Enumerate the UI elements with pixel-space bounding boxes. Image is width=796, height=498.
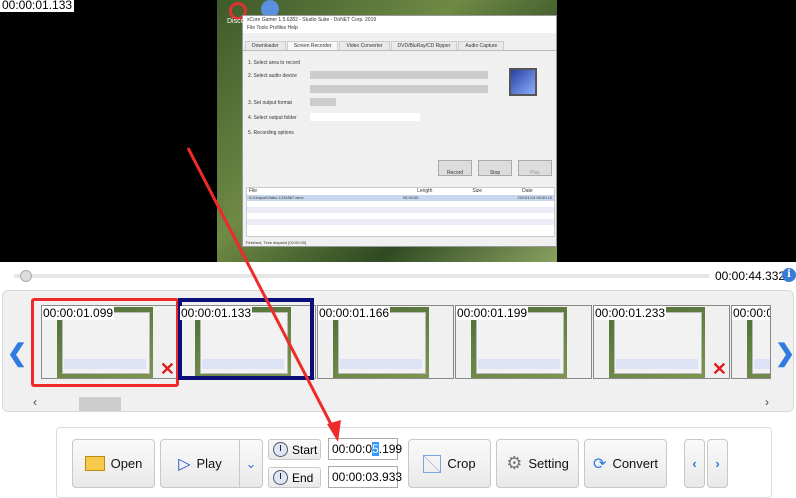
captured-app-window: xCore Gamer 1.5.6282 - Studio Suite - Do… [242, 15, 557, 247]
prev-button[interactable]: ‹ [684, 439, 705, 488]
tab: Audio Capture [458, 41, 505, 50]
current-time: 00:00:01.133 [0, 0, 75, 12]
play-button: Play [518, 160, 552, 176]
status-text: Finished, Time elapsed [00:00:00] [246, 240, 307, 245]
play-label: Play [196, 456, 222, 471]
start-time-input[interactable]: 00:00:05.199 [328, 438, 402, 460]
video-frame: Disco xCore Gamer 1.5.6282 - Studio Suit… [217, 0, 557, 262]
scroll-right-icon[interactable]: › [765, 395, 769, 409]
menu-item: File [247, 25, 256, 31]
step: 1. Select area to record [248, 60, 300, 66]
scroll-thumb[interactable] [79, 397, 121, 411]
crop-icon [423, 454, 442, 473]
window-tabs: Downloader Screen Recorder Video Convert… [243, 41, 556, 51]
seek-handle[interactable] [20, 270, 32, 282]
open-label: Open [110, 456, 143, 471]
chevron-right-icon: › [715, 456, 720, 471]
thumbnail-time: 00:00:01.099 [42, 306, 115, 320]
step: 3. Set output format [248, 100, 292, 106]
desktop-icon-label: Disco [227, 18, 245, 25]
tab: Downloader [245, 41, 286, 50]
menu-item: Help [287, 25, 298, 31]
convert-icon: ⟳ [593, 455, 607, 473]
start-label: Start [292, 442, 318, 457]
stop-button: Stop [478, 160, 512, 176]
thumbnail[interactable]: 00:00:0 [731, 305, 771, 379]
delete-icon[interactable]: ✕ [712, 360, 727, 378]
open-button[interactable]: Open [72, 439, 155, 488]
cell: D:\Output\Video-1234567.wmv [249, 195, 304, 200]
window-title: xCore Gamer 1.5.6282 - Studio Suite - Do… [243, 16, 556, 25]
column-header: File [249, 188, 258, 194]
setting-label: Setting [528, 456, 569, 471]
chevron-left-icon: ‹ [692, 456, 697, 471]
seek-bar-row: 00:00:44.332 i [0, 262, 796, 288]
prev-add-icon[interactable]: ❮ [7, 339, 27, 368]
file-list: File Length Size Date D:\Output\Video-12345… [246, 187, 555, 237]
thumbnail[interactable]: 00:00:01.233 ✕ [593, 305, 730, 379]
play-button[interactable]: ▷ Play [160, 439, 240, 488]
end-time-input[interactable]: 00:00:03.933 [328, 466, 402, 488]
horizontal-scrollbar[interactable]: ‹ › [31, 395, 771, 411]
set-end-button[interactable]: End [268, 467, 321, 488]
scroll-left-icon[interactable]: ‹ [33, 395, 37, 409]
play-label: Play [530, 170, 540, 176]
thumbnail[interactable]: 00:00:01.199 [455, 305, 592, 379]
stop-label: Stop [489, 170, 501, 176]
seek-track[interactable] [14, 274, 710, 278]
list-header: File Length Size Date [247, 188, 554, 194]
record-button: Record [438, 160, 472, 176]
folder-icon [84, 456, 105, 471]
next-button[interactable]: › [707, 439, 728, 488]
tab: Screen Recorder [286, 41, 339, 50]
next-add-icon[interactable]: ❯ [775, 339, 793, 368]
gear-icon: ⚙ [506, 453, 523, 473]
play-icon: ▷ [178, 455, 191, 473]
setting-button[interactable]: ⚙ Setting [496, 439, 579, 488]
clock-icon [273, 442, 288, 457]
step: 2. Select audio device [248, 73, 297, 79]
thumbnail-time: 00:00:01.233 [594, 306, 667, 320]
thumbnail-time: 00:00:01.133 [180, 306, 253, 320]
play-dropdown-button[interactable]: ⌄ [239, 439, 263, 488]
video-preview: Disco xCore Gamer 1.5.6282 - Studio Suit… [0, 0, 796, 262]
record-label: Record [446, 170, 464, 176]
thumbnail-time: 00:00:01.199 [456, 306, 529, 320]
clock-icon [273, 470, 288, 485]
crop-button[interactable]: Crop [408, 439, 491, 488]
folder-field [310, 113, 420, 121]
info-icon[interactable]: i [782, 268, 796, 282]
audio-device-select [310, 85, 488, 93]
format-select [310, 98, 336, 106]
menu-item: Tools [256, 25, 269, 31]
column-header: Date [522, 188, 533, 194]
menu-item: Profiles [269, 25, 287, 31]
step: 5. Recording options [248, 130, 294, 136]
thumbnail-time: 00:00:0 [732, 306, 770, 320]
column-header: Size [472, 188, 483, 194]
list-row: D:\Output\Video-1234567.wmv 00:00:00 2023/… [247, 195, 554, 201]
audio-device-select [310, 71, 488, 79]
tab: DVD/BluRay/CD Ripper [390, 41, 458, 50]
duration: 00:00:44.332 [715, 269, 786, 283]
tab: Video Converter [339, 41, 390, 50]
column-header: Length [417, 188, 433, 194]
cell: 2023/1/14 00:00:10 [517, 195, 552, 200]
step: 4. Select output folder [248, 115, 297, 121]
thumbnail-strip: ❮ 00:00:01.099 ✕ 00:00:01.133 00:00:01.16… [2, 290, 794, 412]
toolbar: Open ▷ Play ⌄ Start End 00:00:05.199 00:… [56, 427, 772, 498]
crop-label: Crop [447, 456, 476, 471]
convert-label: Convert [612, 456, 658, 471]
monitor-icon [509, 68, 537, 96]
cell: 00:00:00 [402, 195, 419, 200]
set-start-button[interactable]: Start [268, 439, 321, 460]
window-menu: File Tools Profiles Help [243, 25, 556, 33]
convert-button[interactable]: ⟳ Convert [584, 439, 667, 488]
chevron-down-icon: ⌄ [245, 455, 257, 471]
end-label: End [292, 470, 314, 485]
thumbnail[interactable]: 00:00:01.166 [317, 305, 454, 379]
thumbnail-time: 00:00:01.166 [318, 306, 391, 320]
